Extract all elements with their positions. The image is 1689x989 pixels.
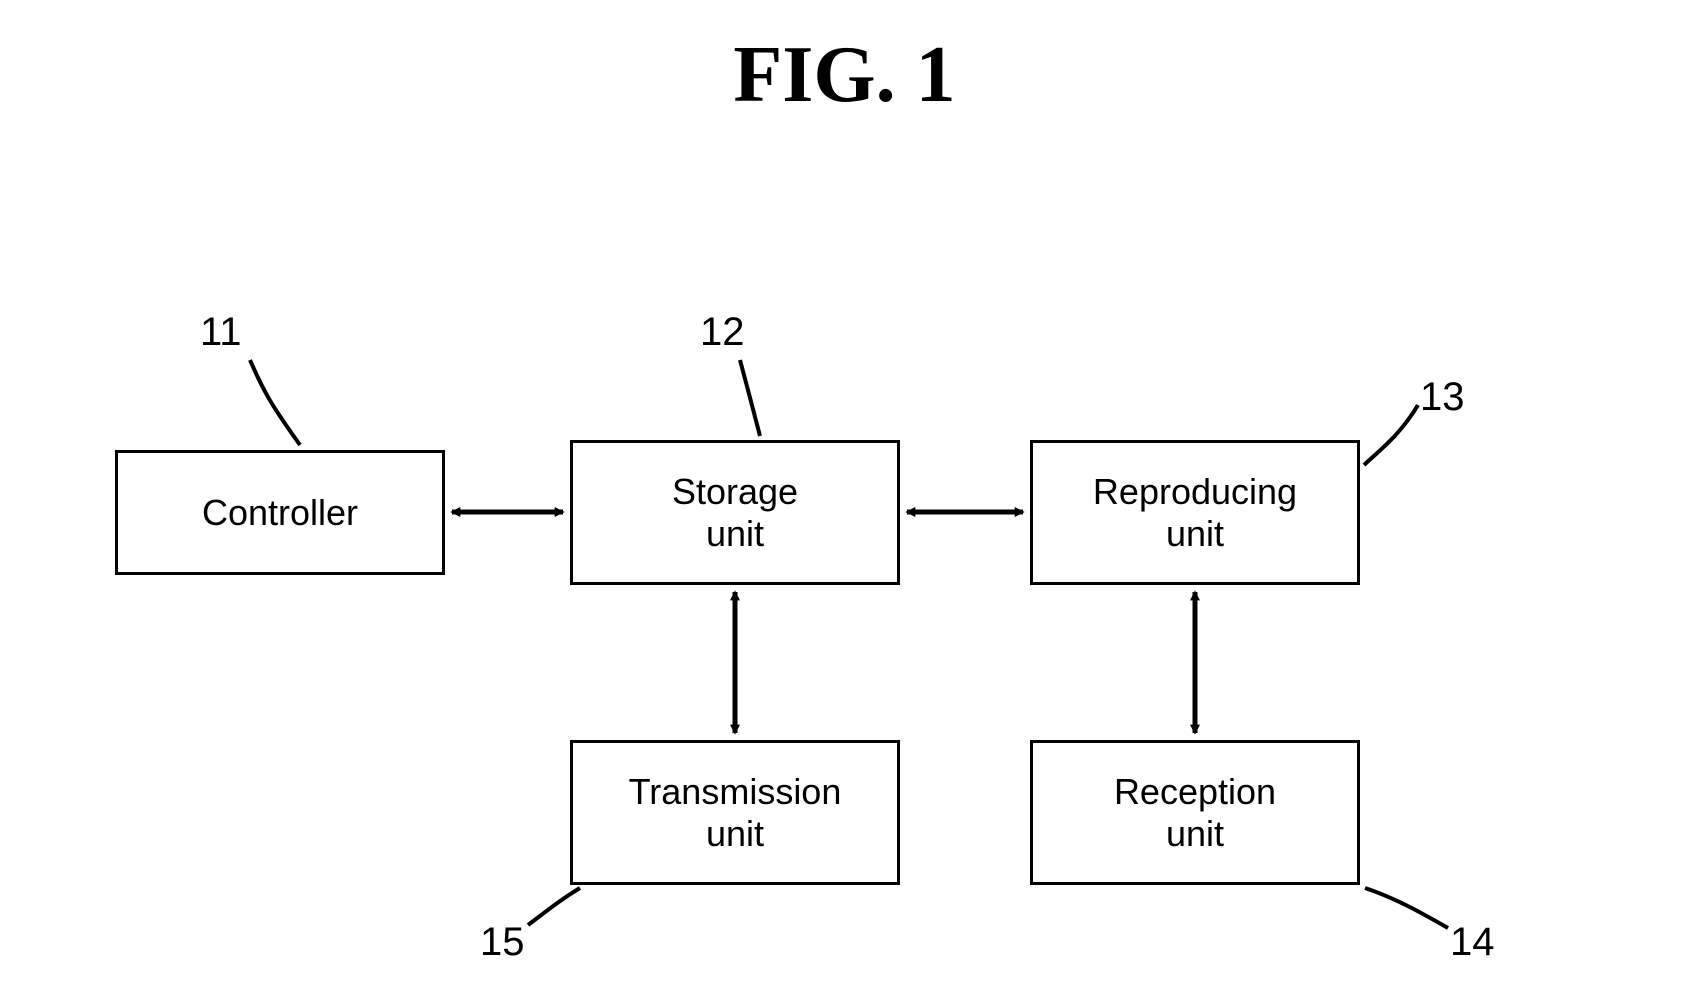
box-storage-label: Storageunit bbox=[672, 471, 798, 554]
box-controller: Controller bbox=[115, 450, 445, 575]
box-transmission-label: Transmissionunit bbox=[629, 771, 842, 854]
leader-14 bbox=[1365, 888, 1448, 928]
figure-title: FIG. 1 bbox=[0, 30, 1689, 121]
leader-13 bbox=[1364, 405, 1418, 465]
box-reception-label: Receptionunit bbox=[1114, 771, 1276, 854]
num-transmission: 15 bbox=[480, 920, 525, 965]
num-reproducing: 13 bbox=[1420, 375, 1465, 420]
box-transmission: Transmissionunit bbox=[570, 740, 900, 885]
box-reproducing: Reproducingunit bbox=[1030, 440, 1360, 585]
box-controller-label: Controller bbox=[202, 492, 358, 533]
box-reception: Receptionunit bbox=[1030, 740, 1360, 885]
leader-12 bbox=[740, 360, 760, 436]
num-reception: 14 bbox=[1450, 920, 1495, 965]
box-reproducing-label: Reproducingunit bbox=[1093, 471, 1297, 554]
num-controller: 11 bbox=[200, 310, 242, 355]
leader-15 bbox=[528, 888, 580, 925]
box-storage: Storageunit bbox=[570, 440, 900, 585]
leader-11 bbox=[250, 360, 300, 445]
num-storage: 12 bbox=[700, 310, 745, 355]
